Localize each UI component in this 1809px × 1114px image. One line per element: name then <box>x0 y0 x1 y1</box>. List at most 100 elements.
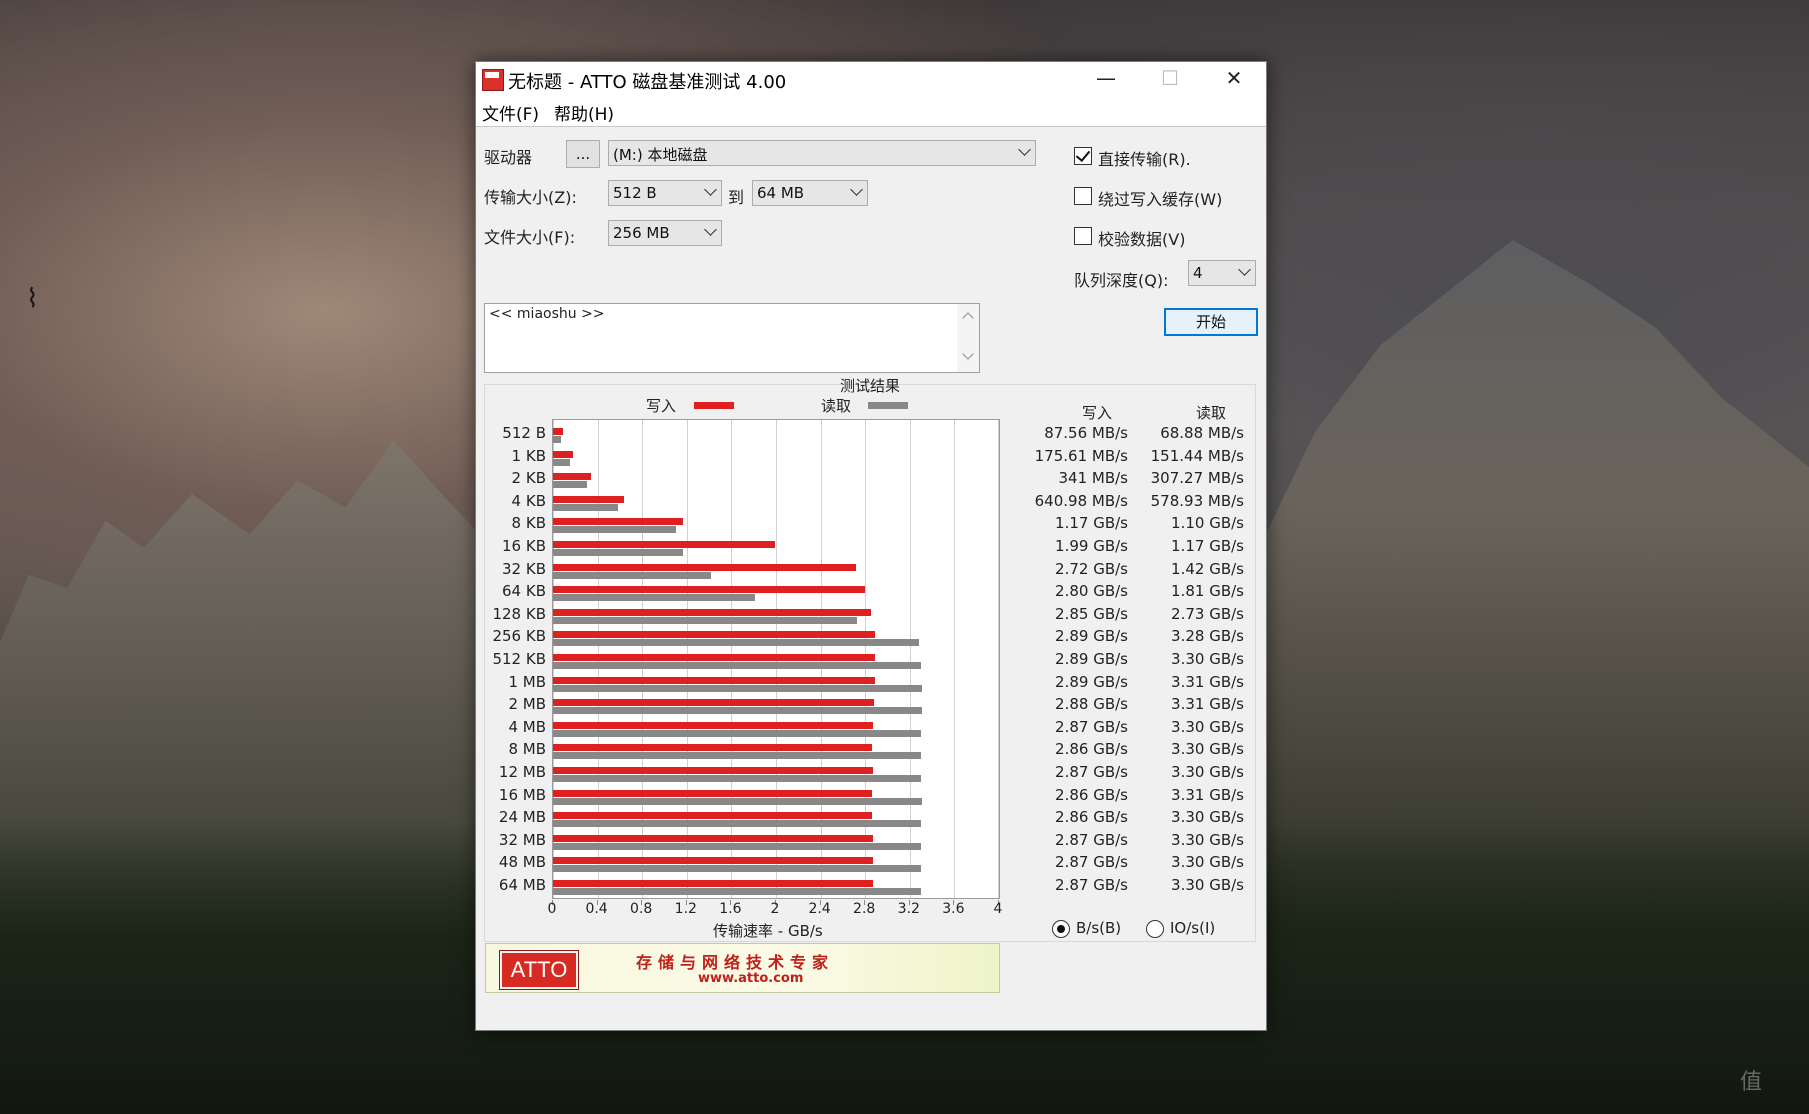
transfer-rate-chart <box>552 419 1000 899</box>
scroll-up-icon[interactable] <box>962 312 974 324</box>
category-label: 12 MB <box>498 763 546 781</box>
window-title: 无标题 - ATTO 磁盘基准测试 4.00 <box>508 72 787 93</box>
direct-io-checkbox[interactable] <box>1074 147 1092 165</box>
x-axis-tick-label: 3.2 <box>897 901 920 917</box>
result-write-value: 2.89 GB/s <box>1055 650 1128 668</box>
read-bar <box>553 639 919 647</box>
chart-gridline <box>954 420 956 898</box>
menu-help[interactable]: 帮助(H) <box>554 100 614 125</box>
result-write-value: 640.98 MB/s <box>1034 491 1128 510</box>
result-read-value: 3.30 GB/s <box>1171 830 1244 849</box>
unit-io-label[interactable]: IO/s(I) <box>1170 919 1215 937</box>
category-label: 2 MB <box>508 695 546 714</box>
unit-bytes-label[interactable]: B/s(B) <box>1076 919 1121 937</box>
atto-banner[interactable]: ATTO 存储与网络技术专家 www.atto.com <box>485 943 1000 993</box>
result-write-value: 2.87 GB/s <box>1055 830 1128 849</box>
result-read-value: 1.10 GB/s <box>1171 514 1244 533</box>
write-bar <box>553 473 592 481</box>
verify-data-checkbox[interactable] <box>1074 227 1092 245</box>
chevron-down-icon <box>704 223 717 236</box>
maximize-button[interactable]: ☐ <box>1138 62 1202 96</box>
result-write-value: 87.56 MB/s <box>1044 424 1128 442</box>
background-bird-icon: ⌇ <box>26 284 39 314</box>
menu-bar: 文件(F) 帮助(H) <box>476 96 1266 127</box>
x-axis-tick-label: 0.8 <box>630 901 653 917</box>
write-bar <box>553 834 873 842</box>
result-read-value: 1.81 GB/s <box>1171 582 1244 601</box>
unit-bytes-radio[interactable] <box>1052 920 1070 938</box>
close-button[interactable]: ✕ <box>1202 62 1266 96</box>
result-write-value: 2.89 GB/s <box>1055 627 1128 646</box>
to-label: 到 <box>728 188 745 207</box>
description-scrollbar[interactable] <box>957 304 979 372</box>
chevron-down-icon <box>850 183 863 196</box>
result-write-value: 2.85 GB/s <box>1055 604 1128 623</box>
verify-data-label[interactable]: 校验数据(V) <box>1098 226 1185 250</box>
write-bar <box>553 654 876 661</box>
chevron-down-icon <box>1238 263 1251 276</box>
result-read-value: 151.44 MB/s <box>1150 446 1244 465</box>
file-size-label: 文件大小(F): <box>484 228 576 247</box>
result-write-value: 2.87 GB/s <box>1055 876 1128 894</box>
category-label: 8 KB <box>511 514 546 533</box>
result-read-value: 3.30 GB/s <box>1171 740 1244 759</box>
result-read-value: 3.30 GB/s <box>1171 717 1244 736</box>
bypass-cache-label[interactable]: 绕过写入缓存(W) <box>1098 186 1222 210</box>
x-axis-tick-label: 2.8 <box>853 901 876 917</box>
minimize-button[interactable]: — <box>1074 62 1138 96</box>
result-read-value: 3.30 GB/s <box>1171 808 1244 827</box>
result-write-value: 2.89 GB/s <box>1055 672 1128 691</box>
description-textarea[interactable]: << miaoshu >> <box>484 303 980 373</box>
legend-read-swatch <box>868 402 908 409</box>
result-read-value: 3.28 GB/s <box>1171 627 1244 646</box>
start-button[interactable]: 开始 <box>1164 308 1258 336</box>
category-label: 8 MB <box>508 740 546 759</box>
result-write-value: 2.80 GB/s <box>1055 582 1128 601</box>
category-label: 256 KB <box>492 627 546 646</box>
watermark-text: 值 <box>1740 1070 1763 1095</box>
bypass-cache-checkbox[interactable] <box>1074 187 1092 205</box>
result-read-value: 1.42 GB/s <box>1171 559 1244 578</box>
drive-select[interactable]: (M:) 本地磁盘 <box>608 140 1036 166</box>
result-write-value: 1.99 GB/s <box>1055 537 1128 555</box>
result-write-value: 2.87 GB/s <box>1055 853 1128 872</box>
x-axis-tick-label: 1.2 <box>674 901 697 917</box>
queue-depth-label: 队列深度(Q): <box>1074 271 1169 290</box>
drive-label: 驱动器 <box>484 148 533 167</box>
unit-io-radio[interactable] <box>1146 920 1164 938</box>
write-bar <box>553 721 873 729</box>
transfer-size-label: 传输大小(Z): <box>484 188 577 207</box>
transfer-size-from-select[interactable]: 512 B <box>608 180 722 206</box>
result-read-value: 1.17 GB/s <box>1171 537 1244 555</box>
browse-button[interactable]: ... <box>566 140 600 168</box>
result-read-value: 3.30 GB/s <box>1171 763 1244 781</box>
atto-benchmark-window: 无标题 - ATTO 磁盘基准测试 4.00 — ☐ ✕ 文件(F) 帮助(H)… <box>475 61 1267 1031</box>
file-size-select[interactable]: 256 MB <box>608 220 722 246</box>
menu-file[interactable]: 文件(F) <box>482 100 539 125</box>
result-read-value: 3.30 GB/s <box>1171 876 1244 894</box>
write-bar <box>553 880 873 887</box>
direct-io-label[interactable]: 直接传输(R). <box>1098 146 1191 170</box>
queue-depth-select[interactable]: 4 <box>1188 260 1256 286</box>
result-read-value: 68.88 MB/s <box>1160 424 1244 442</box>
write-bar <box>553 857 873 865</box>
category-label: 2 KB <box>511 469 546 488</box>
result-write-value: 341 MB/s <box>1058 469 1129 488</box>
scroll-down-icon[interactable] <box>962 348 974 360</box>
transfer-size-to-select[interactable]: 64 MB <box>752 180 868 206</box>
transfer-size-to-value: 64 MB <box>757 184 805 202</box>
read-bar <box>553 888 921 895</box>
chart-gridline <box>998 420 999 898</box>
banner-slogan: 存储与网络技术专家 <box>636 953 835 972</box>
result-read-value: 578.93 MB/s <box>1150 491 1244 510</box>
category-label: 64 KB <box>502 582 546 601</box>
title-bar[interactable]: 无标题 - ATTO 磁盘基准测试 4.00 — ☐ ✕ <box>476 62 1266 96</box>
write-bar <box>553 608 871 616</box>
write-bar <box>553 631 876 639</box>
result-write-value: 2.87 GB/s <box>1055 763 1128 781</box>
result-write-value: 2.86 GB/s <box>1055 740 1128 759</box>
category-label: 128 KB <box>492 604 546 623</box>
app-icon <box>482 69 504 91</box>
read-bar <box>553 571 712 579</box>
result-read-value: 2.73 GB/s <box>1171 604 1244 623</box>
